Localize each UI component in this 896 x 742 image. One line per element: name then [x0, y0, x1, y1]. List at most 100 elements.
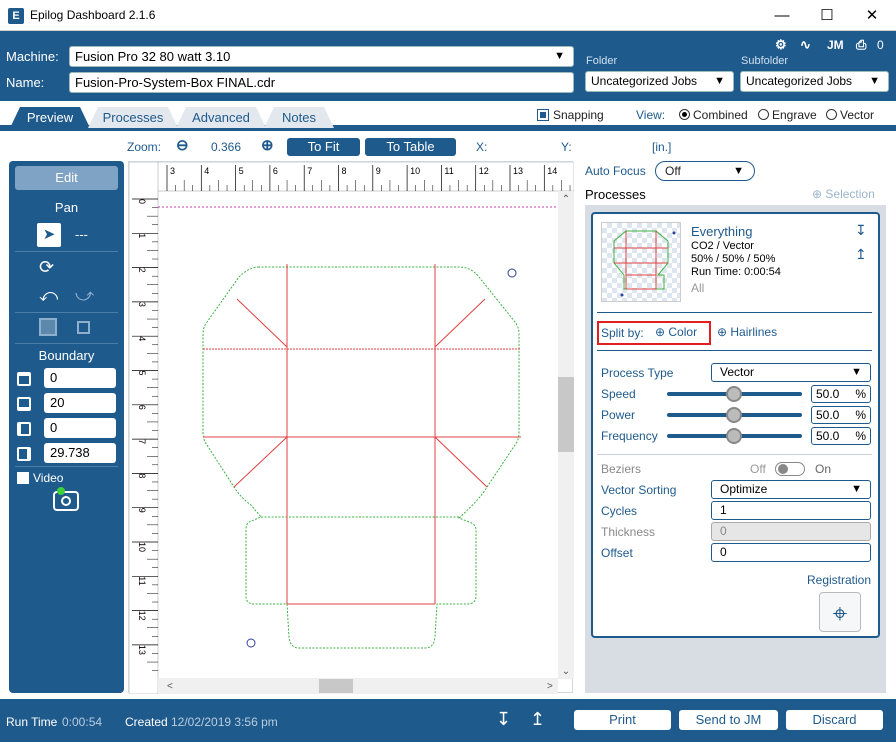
radio-icon[interactable] [826, 109, 837, 120]
to-fit-button[interactable]: To Fit [287, 138, 360, 156]
split-color-button[interactable]: ⊕ Color [655, 325, 697, 339]
refresh-icon[interactable]: ⟳ [39, 257, 54, 278]
tool-panel: Edit Pan ➤ --- ⟳ ⤺ ⤻ Boundary 0 20 0 29.… [9, 161, 124, 693]
ruler-tick-label: 10 [137, 542, 147, 552]
video-toggle[interactable]: Video [17, 471, 63, 485]
radio-icon[interactable] [758, 109, 769, 120]
machine-select[interactable]: Fusion Pro 32 80 watt 3.10 ▼ [69, 46, 574, 67]
ruler-tick-label: 7 [137, 439, 147, 444]
close-icon[interactable]: ✕ [850, 0, 894, 31]
ruler-tick-label: 8 [137, 473, 147, 478]
name-input[interactable]: Fusion-Pro-System-Box FINAL.cdr [69, 72, 574, 93]
svg-text:⌃: ⌃ [562, 194, 570, 205]
boundary-left-input[interactable]: 0 [44, 418, 116, 438]
vector-sorting-label: Vector Sorting [601, 483, 677, 497]
slider-handle[interactable] [726, 428, 742, 444]
job-header: Machine: Fusion Pro 32 80 watt 3.10 ▼ Na… [0, 31, 896, 101]
boundary-bottom-input[interactable]: 20 [44, 393, 116, 413]
registration-crosshair-icon[interactable]: ⌖ [819, 592, 861, 632]
group-icon[interactable] [39, 318, 57, 336]
user-initials[interactable]: JM [827, 38, 844, 52]
auto-focus-select[interactable]: Off ▼ [655, 161, 755, 181]
zoom-out-icon[interactable]: ⊖ [176, 136, 189, 154]
tab-advanced[interactable]: Advanced [176, 107, 266, 128]
subfolder-select[interactable]: Uncategorized Jobs ▼ [740, 71, 889, 92]
process-name[interactable]: Everything [691, 224, 752, 239]
slider-handle[interactable] [726, 386, 742, 402]
ruler-tick-label: 3 [170, 166, 175, 176]
preview-canvas[interactable]: 3 4 5 6 7 8 9 10 11 12 13 14 0 1 2 3 4 5 6 7 8 9 10 11 12 13 ⌃ [128, 161, 574, 694]
beziers-label: Beziers [601, 462, 642, 476]
export-icon[interactable]: ↥ [530, 709, 545, 730]
activity-icon[interactable]: ∿ [800, 37, 811, 53]
chevron-down-icon: ▼ [733, 165, 744, 177]
frequency-label: Frequency [601, 429, 658, 443]
process-settings-line: 50% / 50% / 50% [691, 253, 776, 265]
view-engrave-option[interactable]: Engrave [758, 108, 817, 122]
tab-processes[interactable]: Processes [88, 107, 178, 128]
beziers-toggle[interactable] [775, 462, 805, 476]
percent-sign: % [855, 429, 866, 443]
maximize-icon[interactable]: ☐ [805, 0, 849, 31]
ruler-tick-label: 0 [137, 199, 147, 204]
power-input[interactable]: 50.0% [811, 406, 871, 424]
speed-input[interactable]: 50.0% [811, 385, 871, 403]
speed-slider[interactable] [667, 386, 802, 402]
import-icon[interactable]: ↧ [855, 222, 867, 239]
view-combined-option[interactable]: Combined [679, 108, 748, 122]
split-hairlines-button[interactable]: ⊕ Hairlines [717, 325, 777, 339]
redo-icon[interactable]: ⤻ [75, 285, 94, 306]
discard-button[interactable]: Discard [786, 710, 883, 730]
offset-input[interactable]: 0 [711, 543, 871, 562]
vector-sorting-select[interactable]: Optimize ▼ [711, 480, 871, 499]
gear-icon[interactable]: ⚙ [775, 37, 787, 53]
process-thumbnail [601, 222, 681, 302]
zoom-value: 0.366 [211, 140, 242, 154]
send-to-jm-button[interactable]: Send to JM [679, 710, 778, 730]
camera-icon[interactable] [53, 487, 79, 511]
zoom-in-icon[interactable]: ⊕ [261, 136, 274, 154]
folder-select[interactable]: Uncategorized Jobs ▼ [585, 71, 734, 92]
video-checkbox[interactable] [17, 472, 29, 484]
canvas-drawing: 3 4 5 6 7 8 9 10 11 12 13 14 012345678910111213 ⌃ [129, 162, 574, 694]
power-slider[interactable] [667, 407, 802, 423]
boundary-right-input[interactable]: 29.738 [44, 443, 116, 463]
pointer-icon[interactable]: ➤ [37, 223, 61, 247]
tab-preview[interactable]: Preview [10, 107, 90, 128]
slider-handle[interactable] [726, 407, 742, 423]
add-selection-button[interactable]: ⊕ Selection [812, 187, 875, 201]
ruler-tick-label: 12 [137, 611, 147, 621]
minimize-icon[interactable]: — [760, 0, 804, 31]
export-icon[interactable]: ↥ [855, 246, 867, 263]
tab-notes[interactable]: Notes [264, 107, 334, 128]
undo-icon[interactable]: ⤺ [39, 285, 58, 306]
ungroup-icon[interactable] [77, 321, 90, 334]
plus-circle-icon: ⊕ [812, 187, 826, 201]
to-table-button[interactable]: To Table [365, 138, 456, 156]
edit-button[interactable]: Edit [15, 166, 118, 190]
printer-icon[interactable]: ⎙ [856, 37, 866, 53]
snapping-checkbox[interactable] [537, 109, 549, 121]
view-vector-label: Vector [840, 108, 875, 122]
subfolder-label: Subfolder [741, 55, 789, 67]
radio-icon[interactable] [679, 109, 690, 120]
frequency-value: 50.0 [816, 429, 840, 443]
beziers-off-label: Off [750, 462, 766, 476]
divider [15, 343, 118, 344]
frequency-input[interactable]: 50.0% [811, 427, 871, 445]
snapping-toggle[interactable]: Snapping [537, 108, 604, 122]
view-vector-option[interactable]: Vector [826, 108, 874, 122]
divider [597, 454, 872, 455]
cycles-input[interactable]: 1 [711, 501, 871, 520]
thickness-input[interactable]: 0 [711, 522, 871, 541]
boundary-top-input[interactable]: 0 [44, 368, 116, 388]
import-icon[interactable]: ↧ [496, 709, 511, 730]
print-count: 0 [877, 38, 884, 52]
chevron-down-icon: ▼ [851, 483, 862, 495]
print-button[interactable]: Print [574, 710, 671, 730]
frequency-slider[interactable] [667, 428, 802, 444]
process-type-select[interactable]: Vector ▼ [711, 363, 871, 382]
offset-label: Offset [601, 546, 633, 560]
split-by-label: Split by: [601, 326, 644, 340]
ruler-tick-label: 2 [137, 268, 147, 273]
